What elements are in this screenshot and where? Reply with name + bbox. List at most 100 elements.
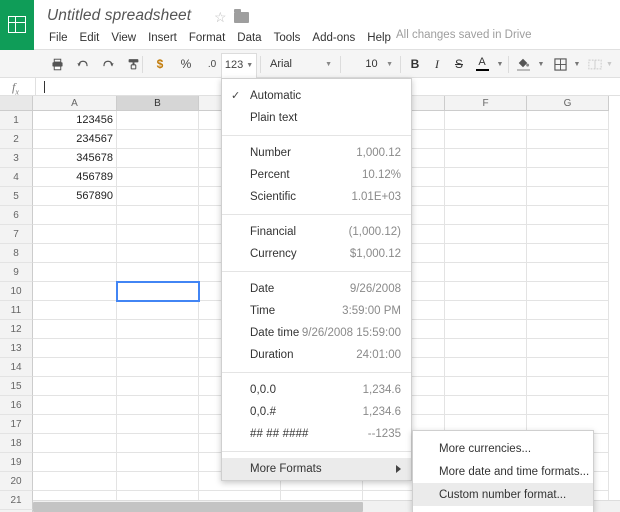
menu-item-automatic[interactable]: ✓ Automatic (222, 85, 411, 107)
cell-B10[interactable] (117, 282, 199, 301)
cell-F9[interactable] (445, 263, 527, 282)
cell-G9[interactable] (527, 263, 609, 282)
merge-cells-dropdown[interactable]: ▼ (604, 53, 615, 75)
cell-F15[interactable] (445, 377, 527, 396)
menu-item-0-0-0[interactable]: 0,0.0 1,234.6 (222, 379, 411, 401)
column-header-g[interactable]: G (527, 96, 609, 111)
strikethrough-button[interactable]: S (448, 53, 470, 75)
menu-insert[interactable]: Insert (142, 30, 183, 47)
row-header-18[interactable]: 18 (0, 434, 33, 453)
text-color-button[interactable]: A (470, 53, 494, 75)
paint-format-button[interactable] (122, 53, 144, 75)
cell-A11[interactable] (33, 301, 117, 320)
menu-item-[interactable]: ## ## #### --1235 (222, 423, 411, 445)
column-header-a[interactable]: A (33, 96, 117, 111)
cell-G11[interactable] (527, 301, 609, 320)
row-header-15[interactable]: 15 (0, 377, 33, 396)
cell-G15[interactable] (527, 377, 609, 396)
cell-B17[interactable] (117, 415, 199, 434)
cell-A2[interactable]: 234567 (33, 130, 117, 149)
cell-G6[interactable] (527, 206, 609, 225)
row-header-19[interactable]: 19 (0, 453, 33, 472)
cell-G16[interactable] (527, 396, 609, 415)
cell-A3[interactable]: 345678 (33, 149, 117, 168)
currency-format-button[interactable]: $ (149, 53, 171, 75)
column-header-b[interactable]: B (117, 96, 199, 111)
cell-G7[interactable] (527, 225, 609, 244)
row-header-5[interactable]: 5 (0, 187, 33, 206)
cell-F6[interactable] (445, 206, 527, 225)
row-header-2[interactable]: 2 (0, 130, 33, 149)
cell-F12[interactable] (445, 320, 527, 339)
font-size-select[interactable]: 10 ▼ (343, 53, 399, 75)
horizontal-scrollbar-thumb[interactable] (33, 502, 363, 512)
cell-B7[interactable] (117, 225, 199, 244)
cell-F2[interactable] (445, 130, 527, 149)
cell-B19[interactable] (117, 453, 199, 472)
cell-G13[interactable] (527, 339, 609, 358)
menu-item-plain-text[interactable]: Plain text (222, 107, 411, 129)
submenu-item-custom-number-format[interactable]: Custom number format... (413, 483, 593, 506)
cell-A14[interactable] (33, 358, 117, 377)
folder-icon[interactable] (234, 9, 249, 23)
cell-F1[interactable] (445, 111, 527, 130)
row-header-21[interactable]: 21 (0, 491, 33, 510)
menu-item-duration[interactable]: Duration 24:01:00 (222, 344, 411, 366)
italic-button[interactable]: I (426, 53, 448, 75)
menu-item-date[interactable]: Date 9/26/2008 (222, 278, 411, 300)
cell-B11[interactable] (117, 301, 199, 320)
page-title[interactable]: Untitled spreadsheet (47, 7, 191, 25)
menu-item-financial[interactable]: Financial (1,000.12) (222, 221, 411, 243)
cell-G10[interactable] (527, 282, 609, 301)
cell-B12[interactable] (117, 320, 199, 339)
menu-item-more-formats[interactable]: More Formats (222, 458, 411, 480)
borders-button[interactable] (549, 53, 571, 75)
cell-F8[interactable] (445, 244, 527, 263)
cell-A5[interactable]: 567890 (33, 187, 117, 206)
percent-format-button[interactable]: % (175, 53, 197, 75)
menu-item-currency[interactable]: Currency $1,000.12 (222, 243, 411, 265)
cell-A15[interactable] (33, 377, 117, 396)
cell-A8[interactable] (33, 244, 117, 263)
fill-color-button[interactable] (511, 53, 535, 75)
cell-F11[interactable] (445, 301, 527, 320)
cell-F10[interactable] (445, 282, 527, 301)
cell-B1[interactable] (117, 111, 199, 130)
cell-G14[interactable] (527, 358, 609, 377)
row-header-17[interactable]: 17 (0, 415, 33, 434)
cell-G3[interactable] (527, 149, 609, 168)
cell-B14[interactable] (117, 358, 199, 377)
select-all-corner[interactable] (0, 96, 33, 111)
cell-G1[interactable] (527, 111, 609, 130)
redo-button[interactable] (97, 53, 119, 75)
row-header-11[interactable]: 11 (0, 301, 33, 320)
menu-file[interactable]: File (43, 30, 74, 47)
cell-A4[interactable]: 456789 (33, 168, 117, 187)
cell-F14[interactable] (445, 358, 527, 377)
menu-help[interactable]: Help (361, 30, 397, 47)
row-header-14[interactable]: 14 (0, 358, 33, 377)
cell-B15[interactable] (117, 377, 199, 396)
cell-B6[interactable] (117, 206, 199, 225)
menu-edit[interactable]: Edit (74, 30, 106, 47)
cell-G12[interactable] (527, 320, 609, 339)
menu-addons[interactable]: Add-ons (306, 30, 361, 47)
cell-G2[interactable] (527, 130, 609, 149)
undo-button[interactable] (72, 53, 94, 75)
font-family-select[interactable]: Arial ▼ (263, 53, 338, 75)
print-button[interactable] (46, 53, 68, 75)
cell-A13[interactable] (33, 339, 117, 358)
cell-B2[interactable] (117, 130, 199, 149)
cell-B3[interactable] (117, 149, 199, 168)
cell-A18[interactable] (33, 434, 117, 453)
cell-A1[interactable]: 123456 (33, 111, 117, 130)
cell-B13[interactable] (117, 339, 199, 358)
row-header-9[interactable]: 9 (0, 263, 33, 282)
menu-item-0-0[interactable]: 0,0.# 1,234.6 (222, 401, 411, 423)
menu-item-percent[interactable]: Percent 10.12% (222, 164, 411, 186)
cell-F4[interactable] (445, 168, 527, 187)
cell-A17[interactable] (33, 415, 117, 434)
cell-G8[interactable] (527, 244, 609, 263)
menu-item-number[interactable]: Number 1,000.12 (222, 142, 411, 164)
cell-B4[interactable] (117, 168, 199, 187)
